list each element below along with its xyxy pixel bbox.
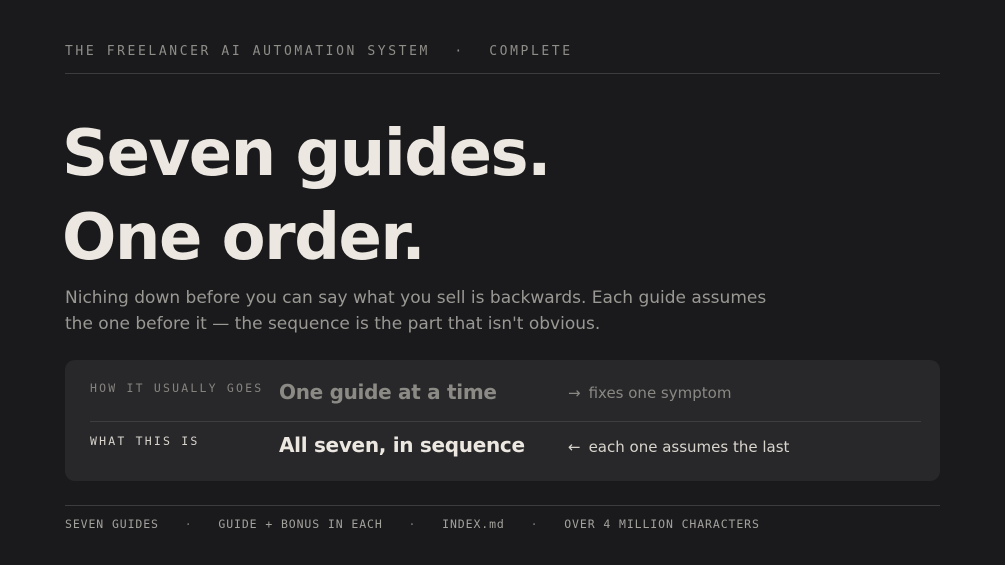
footer-separator: · xyxy=(408,517,417,531)
row-main: All seven, in sequence xyxy=(279,433,525,457)
subhead: Niching down before you can say what you… xyxy=(65,288,767,334)
row-note: → fixes one symptom xyxy=(568,384,731,402)
footer-item: INDEX.md xyxy=(442,517,505,531)
row-note-text: each one assumes the last xyxy=(588,438,790,456)
page-title: Seven guides. One order. xyxy=(62,112,551,280)
footer-item: GUIDE + BONUS IN EACH xyxy=(218,517,383,531)
bottom-divider xyxy=(65,505,940,506)
footer-item: OVER 4 MILLION CHARACTERS xyxy=(564,517,760,531)
cover-page: THE FREELANCER AI AUTOMATION SYSTEM · CO… xyxy=(62,0,940,565)
footer-item: SEVEN GUIDES xyxy=(65,517,159,531)
footer-separator: · xyxy=(530,517,539,531)
arrow-right-icon: → xyxy=(568,384,581,402)
headline-line-1: Seven guides. xyxy=(62,117,551,191)
headline-line-2: One order. xyxy=(62,201,426,275)
row-note-text: fixes one symptom xyxy=(588,384,732,402)
kicker-separator: · xyxy=(454,44,465,59)
row-label: WHAT THIS IS xyxy=(90,434,200,448)
comparison-panel: HOW IT USUALLY GOES One guide at a time … xyxy=(65,360,940,481)
series-title: THE FREELANCER AI AUTOMATION SYSTEM xyxy=(65,44,430,59)
comparison-row-usual: HOW IT USUALLY GOES One guide at a time … xyxy=(90,368,921,420)
row-note: ← each one assumes the last xyxy=(568,438,789,456)
top-divider xyxy=(65,73,940,74)
row-main: One guide at a time xyxy=(279,380,497,404)
status-label: COMPLETE xyxy=(489,44,573,59)
footer-separator: · xyxy=(184,517,193,531)
arrow-left-icon: ← xyxy=(568,438,581,456)
footer-meta: SEVEN GUIDES · GUIDE + BONUS IN EACH · I… xyxy=(65,517,760,531)
comparison-row-this: WHAT THIS IS All seven, in sequence ← eac… xyxy=(90,421,921,474)
series-kicker: THE FREELANCER AI AUTOMATION SYSTEM · CO… xyxy=(65,44,573,59)
row-label: HOW IT USUALLY GOES xyxy=(90,381,264,395)
